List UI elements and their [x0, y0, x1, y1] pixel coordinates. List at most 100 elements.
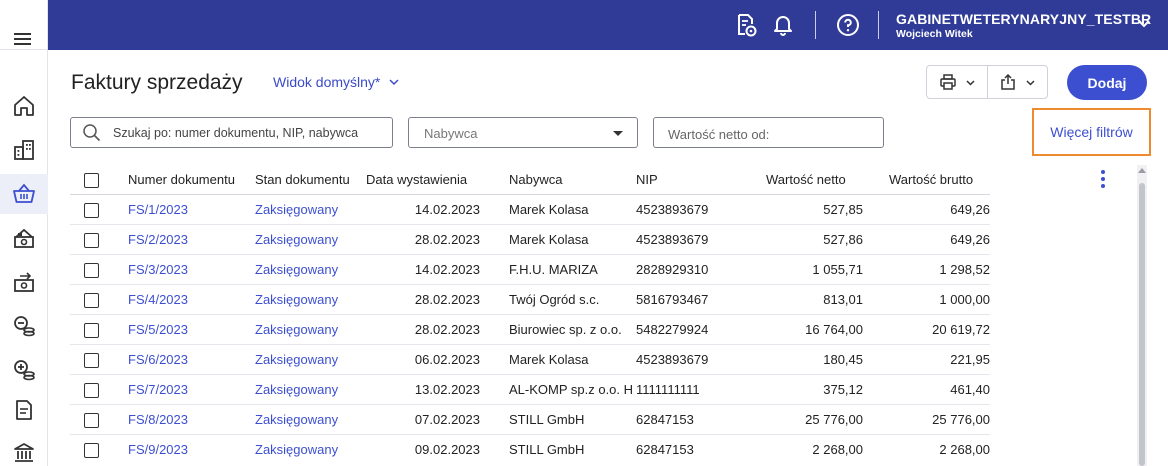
- document-state-link[interactable]: Zaksięgowany: [255, 315, 365, 345]
- document-number-link[interactable]: FS/1/2023: [128, 195, 243, 225]
- column-header[interactable]: Stan dokumentu: [255, 165, 365, 195]
- table-row[interactable]: FS/8/2023 Zaksięgowany 07.02.2023 STILL …: [70, 405, 990, 435]
- column-header[interactable]: NIP: [636, 165, 746, 195]
- issue-date: 28.02.2023: [414, 232, 480, 247]
- row-checkbox[interactable]: [84, 233, 99, 248]
- document-icon: [16, 400, 32, 420]
- document-state-link[interactable]: Zaksięgowany: [255, 285, 365, 315]
- sidebar-item-cash-register[interactable]: [0, 218, 48, 258]
- print-button[interactable]: [927, 66, 987, 98]
- issue-date: 13.02.2023: [414, 382, 480, 397]
- bank-icon: [14, 443, 34, 462]
- net-value: 1 055,71: [812, 262, 863, 277]
- help-icon[interactable]: [835, 12, 861, 38]
- table-row[interactable]: FS/2/2023 Zaksięgowany 28.02.2023 Marek …: [70, 225, 990, 255]
- sidebar-item-home[interactable]: [0, 86, 48, 126]
- sidebar-item-sales[interactable]: [0, 174, 48, 214]
- net-value-input[interactable]: [668, 124, 868, 144]
- document-number-link[interactable]: FS/4/2023: [128, 285, 243, 315]
- table-row[interactable]: FS/3/2023 Zaksięgowany 14.02.2023 F.H.U.…: [70, 255, 990, 285]
- row-checkbox[interactable]: [84, 323, 99, 338]
- column-header[interactable]: Wartość netto: [766, 165, 883, 195]
- toolbar-button-group: [926, 65, 1048, 99]
- column-options-icon[interactable]: [1099, 169, 1107, 189]
- search-field[interactable]: [70, 117, 393, 148]
- buyer-select[interactable]: Nabywca: [408, 117, 638, 148]
- document-state-link[interactable]: Zaksięgowany: [255, 345, 365, 375]
- chevron-down-icon[interactable]: [1137, 16, 1151, 30]
- column-header[interactable]: Wartość brutto: [889, 165, 1009, 195]
- company-name[interactable]: GABINETWETERYNARYJNY_TESTBR: [896, 11, 1151, 27]
- select-all-checkbox[interactable]: [84, 173, 99, 188]
- export-button[interactable]: [987, 66, 1047, 98]
- table-row[interactable]: FS/4/2023 Zaksięgowany 28.02.2023 Twój O…: [70, 285, 990, 315]
- dropdown-caret-icon: [613, 131, 623, 136]
- view-selector[interactable]: Widok domyślny*: [273, 74, 400, 90]
- column-header[interactable]: Nabywca: [509, 165, 637, 195]
- gross-value: 1 298,52: [939, 262, 990, 277]
- search-input[interactable]: [113, 123, 383, 143]
- table-row[interactable]: FS/9/2023 Zaksięgowany 09.02.2023 STILL …: [70, 435, 990, 465]
- bell-icon[interactable]: [770, 12, 796, 38]
- sidebar-item-bank[interactable]: [0, 432, 48, 466]
- table-row[interactable]: FS/1/2023 Zaksięgowany 14.02.2023 Marek …: [70, 195, 990, 225]
- more-filters-button[interactable]: Więcej filtrów: [1032, 108, 1151, 156]
- hamburger-icon[interactable]: [12, 28, 34, 50]
- sidebar-item-costs[interactable]: [0, 306, 48, 346]
- document-number-link[interactable]: FS/8/2023: [128, 405, 243, 435]
- table-row[interactable]: FS/5/2023 Zaksięgowany 28.02.2023 Biurow…: [70, 315, 990, 345]
- sidebar-item-buildings[interactable]: [0, 130, 48, 170]
- document-settings-icon[interactable]: [733, 12, 759, 38]
- document-number-link[interactable]: FS/7/2023: [128, 375, 243, 405]
- basket-icon: [13, 183, 35, 203]
- row-checkbox[interactable]: [84, 353, 99, 368]
- row-checkbox[interactable]: [84, 383, 99, 398]
- document-number-link[interactable]: FS/9/2023: [128, 435, 243, 465]
- document-state-link[interactable]: Zaksięgowany: [255, 405, 365, 435]
- column-header[interactable]: Numer dokumentu: [128, 165, 243, 195]
- sidebar: [0, 50, 48, 466]
- issue-date: 14.02.2023: [414, 262, 480, 277]
- document-state-link[interactable]: Zaksięgowany: [255, 435, 365, 465]
- issue-date: 28.02.2023: [414, 322, 480, 337]
- nip: 4523893679: [636, 352, 709, 367]
- buyer-select-placeholder: Nabywca: [424, 126, 478, 141]
- column-header[interactable]: Data wystawienia: [366, 165, 480, 195]
- sidebar-item-cash-transfer[interactable]: [0, 262, 48, 302]
- document-number-link[interactable]: FS/6/2023: [128, 345, 243, 375]
- add-button[interactable]: Dodaj: [1067, 65, 1147, 100]
- document-state-link[interactable]: Zaksięgowany: [255, 255, 365, 285]
- scrollbar-thumb[interactable]: [1139, 183, 1145, 466]
- gross-value: 25 776,00: [932, 412, 990, 427]
- table-header-row: Numer dokumentu Stan dokumentu Data wyst…: [70, 165, 990, 195]
- row-checkbox[interactable]: [84, 263, 99, 278]
- document-number-link[interactable]: FS/5/2023: [128, 315, 243, 345]
- net-value: 16 764,00: [805, 322, 863, 337]
- row-checkbox[interactable]: [84, 293, 99, 308]
- scroll-up-arrow-icon[interactable]: [1138, 168, 1146, 173]
- document-state-link[interactable]: Zaksięgowany: [255, 225, 365, 255]
- row-checkbox[interactable]: [84, 443, 99, 458]
- table-scrollbar[interactable]: [1137, 165, 1147, 466]
- sidebar-item-revenues[interactable]: [0, 350, 48, 390]
- sidebar-item-documents[interactable]: [0, 390, 48, 430]
- document-state-link[interactable]: Zaksięgowany: [255, 195, 365, 225]
- gross-value: 20 619,72: [932, 322, 990, 337]
- chevron-down-icon: [965, 79, 975, 86]
- table-row[interactable]: FS/7/2023 Zaksięgowany 13.02.2023 AL-KOM…: [70, 375, 990, 405]
- cash-register-icon: [14, 228, 34, 248]
- document-number-link[interactable]: FS/3/2023: [128, 255, 243, 285]
- document-number-link[interactable]: FS/2/2023: [128, 225, 243, 255]
- document-state-link[interactable]: Zaksięgowany: [255, 375, 365, 405]
- issue-date: 06.02.2023: [414, 352, 480, 367]
- gross-value: 649,26: [950, 202, 990, 217]
- row-checkbox[interactable]: [84, 203, 99, 218]
- row-checkbox[interactable]: [84, 413, 99, 428]
- net-value-field[interactable]: [653, 117, 884, 148]
- cash-transfer-icon: [14, 272, 34, 292]
- gross-value: 221,95: [950, 352, 990, 367]
- nip: 1111111111: [636, 382, 700, 397]
- chevron-down-icon: [389, 79, 399, 86]
- net-value: 813,01: [823, 292, 863, 307]
- table-row[interactable]: FS/6/2023 Zaksięgowany 06.02.2023 Marek …: [70, 345, 990, 375]
